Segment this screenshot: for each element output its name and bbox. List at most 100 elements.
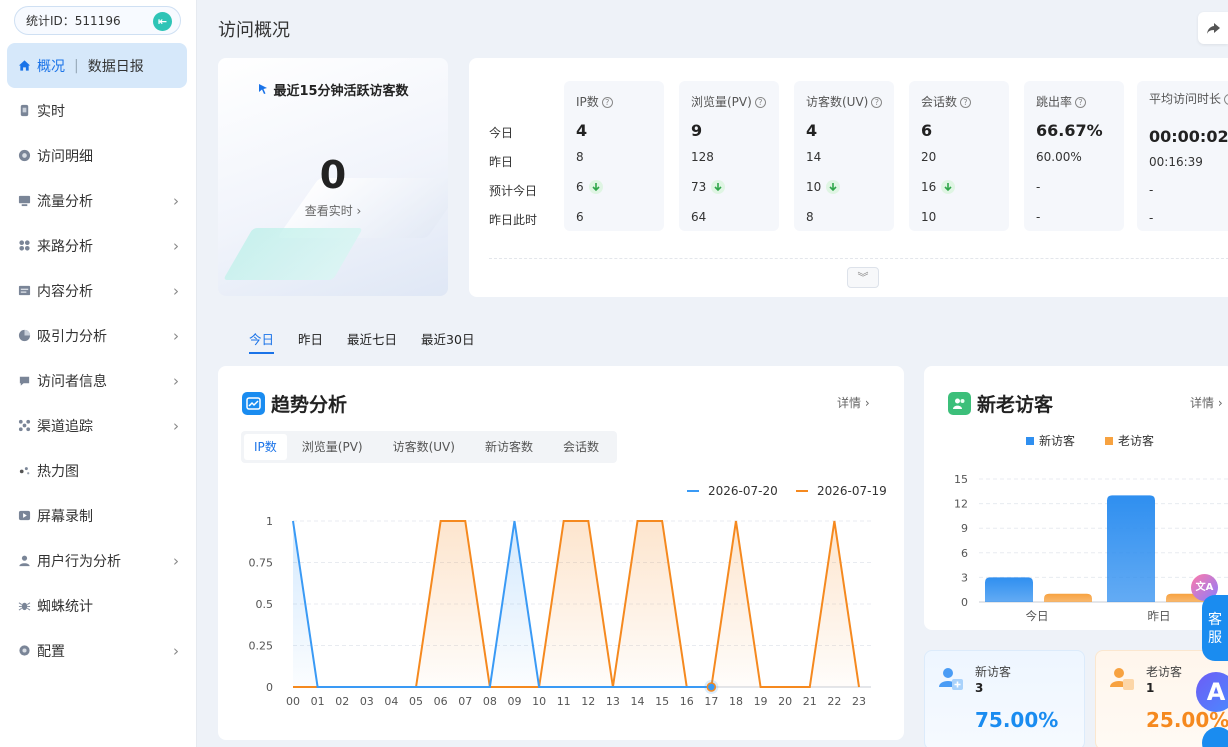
x-tick-label: 00 bbox=[286, 695, 300, 708]
sidebar-item-label: 来路分析 bbox=[37, 238, 93, 255]
sidebar-item-source[interactable]: 来路分析 › bbox=[7, 223, 187, 268]
x-tick-label: 21 bbox=[803, 695, 817, 708]
y-tick-label: 12 bbox=[954, 498, 968, 511]
metric-card: 浏览量(PV)? 9 128 73 64 bbox=[679, 81, 779, 231]
tab-last-7-days[interactable]: 最近七日 bbox=[347, 329, 397, 354]
sidebar-item-realtime[interactable]: 实时 bbox=[7, 88, 187, 133]
sidebar-item-attraction[interactable]: 吸引力分析 › bbox=[7, 313, 187, 358]
sidebar-item-settings[interactable]: 配置 › bbox=[7, 628, 187, 673]
tab-sessions[interactable]: 会话数 bbox=[548, 434, 614, 460]
help-icon[interactable]: ? bbox=[1075, 97, 1087, 108]
legend-item-old[interactable]: 老访客 bbox=[1105, 432, 1154, 449]
x-tick-label: 16 bbox=[680, 695, 694, 708]
x-tick-label: 01 bbox=[311, 695, 325, 708]
metric-forecast-value: 73 bbox=[691, 180, 707, 194]
y-tick-label: 0 bbox=[266, 681, 273, 694]
y-tick-label: 1 bbox=[266, 515, 273, 528]
new-visitor-count: 3 bbox=[975, 681, 984, 695]
tab-new-visitors[interactable]: 新访客数 bbox=[470, 434, 548, 460]
sidebar-item-heatmap[interactable]: 热力图 bbox=[7, 448, 187, 493]
sidebar-item-label: 屏幕录制 bbox=[37, 508, 93, 525]
active-visitors-title: 最近15分钟活跃访客数 bbox=[218, 80, 448, 99]
collapse-sidebar-icon[interactable]: ⇤ bbox=[153, 12, 172, 31]
customer-service-button[interactable]: 客服 bbox=[1202, 595, 1228, 661]
sidebar-item-daily-report[interactable]: 数据日报 bbox=[88, 56, 144, 76]
arrow-down-icon bbox=[588, 180, 603, 194]
old-visitor-count: 1 bbox=[1146, 681, 1155, 695]
metric-forecast: - bbox=[1036, 180, 1040, 194]
source-icon bbox=[17, 239, 31, 253]
ai-assistant-button[interactable]: A bbox=[1196, 672, 1228, 712]
metric-today-value: 66.67% bbox=[1036, 121, 1103, 140]
tab-today[interactable]: 今日 bbox=[249, 329, 275, 354]
trend-detail-link[interactable]: 详情 › bbox=[837, 394, 870, 411]
help-icon[interactable]: ? bbox=[871, 97, 883, 108]
x-tick-label: 19 bbox=[754, 695, 768, 708]
visitor-info-icon bbox=[17, 374, 31, 388]
help-icon[interactable]: ? bbox=[1224, 94, 1228, 105]
metric-forecast-value: - bbox=[1149, 183, 1154, 197]
sidebar-item-label: 吸引力分析 bbox=[37, 328, 107, 345]
legend-item-yesterday[interactable]: 2026-07-19 bbox=[796, 484, 887, 498]
help-icon[interactable]: ? bbox=[754, 97, 766, 108]
help-icon[interactable]: ? bbox=[960, 97, 972, 108]
sidebar-item-content[interactable]: 内容分析 › bbox=[7, 268, 187, 313]
tab-yesterday[interactable]: 昨日 bbox=[298, 329, 323, 354]
tab-last-30-days[interactable]: 最近30日 bbox=[421, 329, 474, 354]
expand-metrics-button[interactable]: ︾ bbox=[847, 267, 879, 288]
x-tick-label: 03 bbox=[360, 695, 374, 708]
tab-ip[interactable]: IP数 bbox=[244, 434, 287, 460]
sidebar-item-label: 访问者信息 bbox=[37, 373, 107, 390]
sidebar-item-overview[interactable]: 概况 | 数据日报 bbox=[7, 43, 187, 88]
new-old-detail-link[interactable]: 详情 › bbox=[1190, 394, 1223, 411]
sidebar-item-spider[interactable]: 蜘蛛统计 bbox=[7, 583, 187, 628]
y-tick-label: 3 bbox=[961, 571, 968, 584]
chevron-right-icon: › bbox=[173, 372, 179, 390]
content-icon bbox=[17, 284, 31, 298]
view-realtime-link[interactable]: 查看实时 › bbox=[218, 202, 448, 219]
metric-yesterday-value: 60.00% bbox=[1036, 150, 1082, 164]
visit-detail-icon bbox=[17, 149, 31, 163]
metric-yesterday-value: 14 bbox=[806, 150, 822, 164]
tab-pv[interactable]: 浏览量(PV) bbox=[287, 434, 378, 460]
sidebar-nav: 概况 | 数据日报 实时 访问明细 流量分析 › 来路分析 › 内容分析 › 吸… bbox=[7, 43, 187, 673]
metric-today-value: 6 bbox=[921, 121, 933, 140]
x-tick-label: 昨日 bbox=[1148, 609, 1171, 623]
sidebar-item-label: 用户行为分析 bbox=[37, 553, 121, 570]
new-old-visitors-card: 0 3 6 9 12 15 今日 昨日 新老访客 详情 › 新访客 老访客 bbox=[924, 366, 1228, 630]
sidebar-item-label: 概况 bbox=[37, 58, 65, 75]
x-tick-label: 23 bbox=[852, 695, 866, 708]
time-range-tabs: 今日 昨日 最近七日 最近30日 bbox=[249, 329, 498, 354]
metric-label: 访客数(UV)? bbox=[806, 93, 883, 110]
sidebar-item-traffic[interactable]: 流量分析 › bbox=[7, 178, 187, 223]
trend-title: 趋势分析 bbox=[242, 390, 347, 417]
metric-card: IP数? 4 8 6 6 bbox=[564, 81, 664, 231]
metric-card: 访客数(UV)? 4 14 10 8 bbox=[794, 81, 894, 231]
share-button[interactable] bbox=[1198, 12, 1228, 44]
metric-card: 平均访问时长? 00:00:02 00:16:39 - - bbox=[1137, 81, 1228, 231]
sidebar-item-visitor-info[interactable]: 访问者信息 › bbox=[7, 358, 187, 403]
sidebar-item-label: 实时 bbox=[37, 103, 65, 120]
sidebar-item-channel[interactable]: 渠道追踪 › bbox=[7, 403, 187, 448]
sidebar-item-user-behavior[interactable]: 用户行为分析 › bbox=[7, 538, 187, 583]
x-tick-label: 09 bbox=[507, 695, 521, 708]
active-visitors-card: 最近15分钟活跃访客数 0 查看实时 › bbox=[218, 58, 448, 296]
chevron-right-icon: › bbox=[173, 642, 179, 660]
legend-item-today[interactable]: 2026-07-20 bbox=[687, 484, 778, 498]
attraction-icon bbox=[17, 329, 31, 343]
page-title: 访问概况 bbox=[218, 20, 290, 41]
bar bbox=[985, 577, 1033, 602]
legend-item-new[interactable]: 新访客 bbox=[1026, 432, 1075, 449]
x-tick-label: 20 bbox=[778, 695, 792, 708]
metric-forecast: 6 bbox=[576, 180, 603, 194]
x-tick-label: 14 bbox=[631, 695, 645, 708]
metric-same-time-value: 10 bbox=[921, 210, 937, 224]
metric-label: 跳出率? bbox=[1036, 93, 1087, 110]
channel-icon bbox=[17, 419, 31, 433]
chevron-right-icon: › bbox=[173, 327, 179, 345]
sidebar-item-visit-detail[interactable]: 访问明细 bbox=[7, 133, 187, 178]
tab-uv[interactable]: 访客数(UV) bbox=[378, 434, 470, 460]
help-icon[interactable]: ? bbox=[601, 97, 613, 108]
old-visitor-icon bbox=[1109, 665, 1135, 695]
sidebar-item-screen-record[interactable]: 屏幕录制 bbox=[7, 493, 187, 538]
